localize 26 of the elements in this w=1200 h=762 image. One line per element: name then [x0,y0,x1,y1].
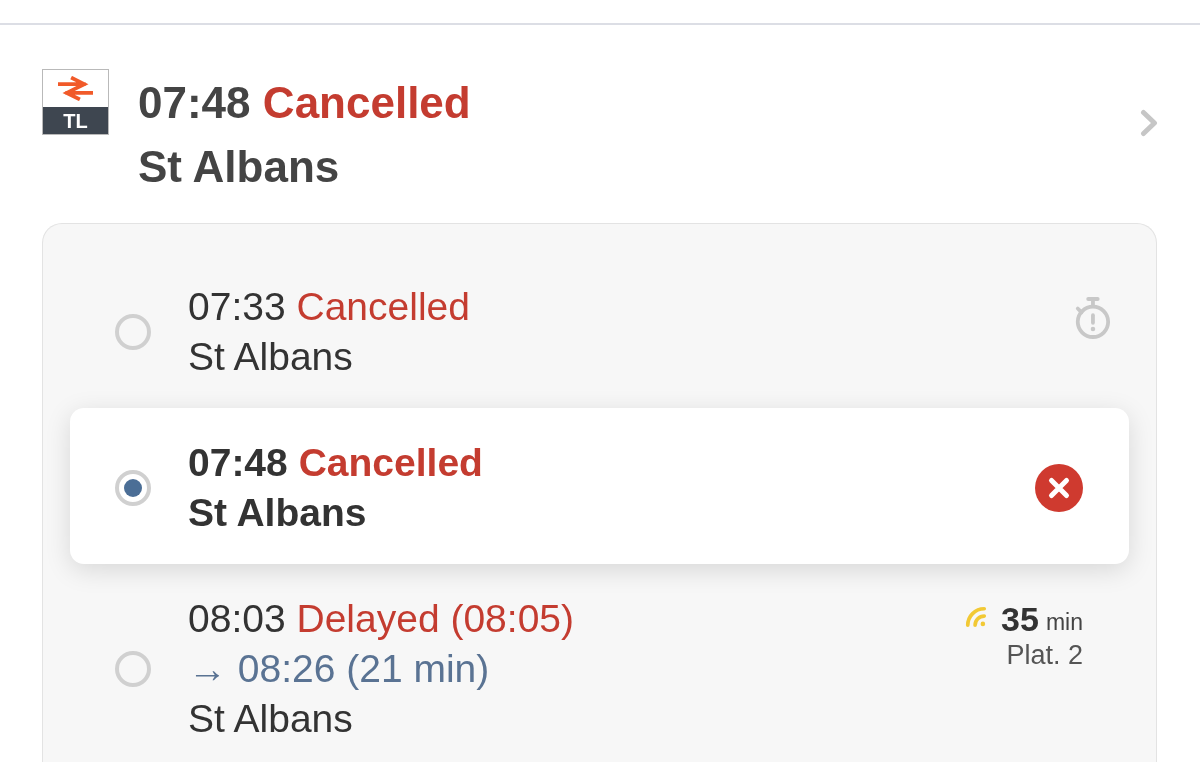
selected-option-card[interactable]: 07:48 Cancelled St Albans [70,408,1129,564]
radio-button[interactable] [115,470,151,506]
destination-text: St Albans [188,697,353,740]
radio-button[interactable] [115,314,151,350]
platform-text: Plat. 2 [1006,640,1083,670]
duration-unit: min [1045,610,1083,634]
double-arrow-icon [58,76,93,101]
revised-arrival-text: → 08:26 (21 min) [188,647,490,690]
status-text: Cancelled [298,441,483,484]
status-text: Cancelled [296,285,470,328]
live-signal-icon [965,606,988,628]
stopwatch-alert-icon [1073,296,1111,340]
destination-text: St Albans [138,142,340,191]
status-text: Delayed (08:05) [296,597,574,640]
departure-time: 07:33 [188,285,286,328]
destination-text: St Albans [188,335,353,378]
chevron-right-icon[interactable] [1140,109,1158,137]
duration-value: 35 [1001,602,1039,636]
cancelled-x-icon [1035,464,1083,512]
radio-button[interactable] [115,651,151,687]
departure-time: 07:48 [188,441,288,484]
operator-code: TL [43,107,108,134]
departure-time: 07:48 [138,78,251,127]
destination-text: St Albans [188,491,367,534]
departure-time: 08:03 [188,597,286,640]
status-text: Cancelled [262,78,471,127]
